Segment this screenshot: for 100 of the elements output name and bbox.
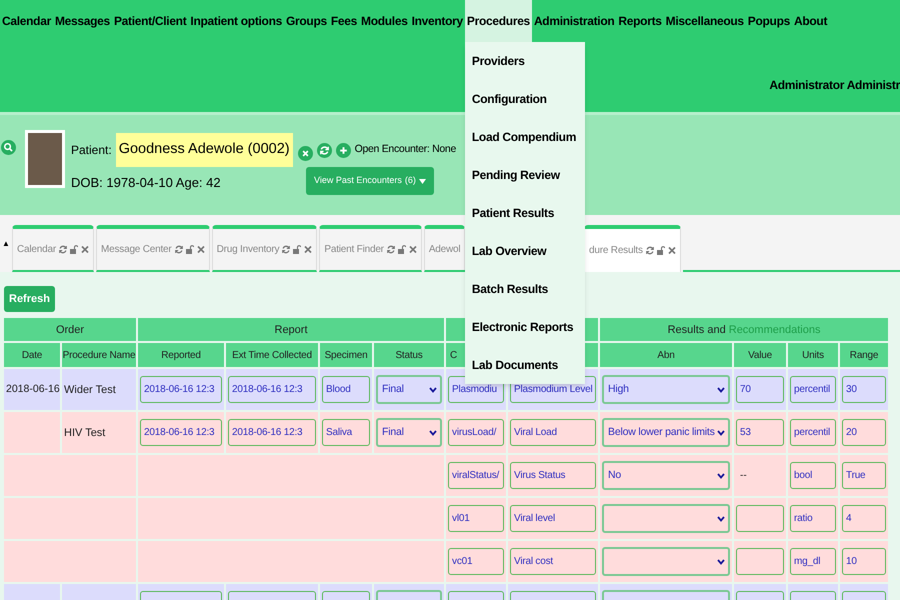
chevron-down-icon [429, 386, 438, 393]
name-field[interactable]: Virus Status [510, 462, 596, 490]
refresh-icon[interactable] [316, 142, 332, 158]
close-icon[interactable] [298, 146, 313, 160]
dropdown-item[interactable]: Configuration [464, 80, 585, 118]
range-field[interactable]: 30 [842, 376, 886, 404]
code-field[interactable]: vl01 [448, 505, 504, 532]
column-header: Specimen [320, 343, 372, 368]
column-group-header: Report [138, 318, 444, 342]
abnormal-select[interactable] [602, 504, 730, 534]
dropdown-item[interactable]: Electronic Reports [464, 308, 585, 346]
dropdown-item[interactable]: Lab Overview [464, 232, 585, 270]
refresh-icon[interactable] [386, 245, 395, 254]
column-group-header: Results and [668, 324, 726, 336]
menu-item[interactable]: Popups [746, 0, 792, 42]
close-icon[interactable] [80, 245, 89, 254]
chevron-down-icon [717, 472, 726, 479]
status-select[interactable]: Final [376, 375, 442, 404]
menu-item[interactable]: Fees [328, 0, 360, 42]
range-field[interactable]: 4 [842, 505, 886, 532]
value-field[interactable] [736, 505, 784, 532]
encounter-text: Open Encounter: None [354, 142, 456, 158]
units-field[interactable]: ratio [790, 505, 836, 532]
menu-item[interactable]: Modules [359, 0, 410, 42]
dob-age-text: DOB: 1978-04-10 Age: 42 [71, 174, 222, 192]
chevron-down-icon [429, 430, 438, 436]
abnormal-select[interactable]: High [602, 375, 730, 404]
chevron-down-icon [717, 558, 726, 565]
name-field[interactable]: Viral level [510, 505, 596, 532]
column-group-header: Order [4, 318, 136, 342]
range-field[interactable]: 20 [842, 419, 886, 446]
status-select[interactable]: Final [376, 418, 442, 448]
reported-field[interactable]: 2018-06-16 12:3 [140, 376, 222, 404]
close-icon[interactable] [196, 245, 205, 254]
close-icon[interactable] [304, 245, 312, 254]
patient-name: Goodness Adewole (0002) [116, 133, 293, 167]
dropdown-item[interactable]: Pending Review [464, 156, 585, 194]
collected-field[interactable]: 2018-06-16 12:3 [228, 376, 316, 404]
chevron-down-icon [717, 430, 726, 436]
padlock-icon[interactable] [293, 245, 302, 254]
menu-item[interactable]: Administration [532, 0, 616, 42]
menu-item[interactable]: Inpatient options [188, 0, 284, 42]
refresh-icon[interactable] [646, 246, 654, 255]
units-field[interactable]: percentil [790, 376, 836, 404]
column-header: Ext Time Collected [226, 343, 318, 368]
column-group-header: Recommendations [728, 324, 820, 336]
menu-item[interactable]: Procedures [464, 0, 532, 42]
table-cell: -- [734, 455, 786, 496]
range-field[interactable]: True [842, 462, 886, 490]
user-name: Administrator Administr [769, 77, 900, 94]
column-header: Status [374, 343, 444, 368]
menu-item[interactable]: Miscellaneous [664, 0, 746, 42]
padlock-icon[interactable] [186, 245, 194, 254]
dropdown-item[interactable]: Load Compendium [464, 118, 585, 156]
column-header: Reported [138, 343, 224, 368]
name-field[interactable]: Viral cost [510, 548, 596, 576]
abnormal-select[interactable]: No [602, 461, 730, 490]
collected-field[interactable]: 2018-06-16 12:3 [228, 419, 316, 446]
abnormal-select[interactable]: Below lower panic limits [602, 418, 730, 448]
menu-item[interactable]: Calendar [0, 0, 53, 42]
padlock-icon[interactable] [398, 245, 406, 254]
units-field[interactable]: mg_dl [790, 548, 836, 576]
tab[interactable]: dure Results [584, 225, 681, 272]
range-field[interactable]: 10 [842, 548, 886, 576]
dropdown-item[interactable]: Patient Results [464, 194, 585, 232]
value-field[interactable]: 70 [736, 376, 784, 404]
code-field[interactable]: virusLoad/ [448, 419, 504, 446]
dropdown-item[interactable]: Providers [464, 42, 585, 80]
table-cell: Wider Test [62, 369, 136, 410]
menu-item[interactable]: Messages [52, 0, 112, 42]
dropdown-item[interactable]: Batch Results [464, 270, 585, 308]
column-header: Procedure Name [62, 343, 136, 368]
plus-icon[interactable] [336, 142, 351, 158]
menu-item[interactable]: Reports [616, 0, 664, 42]
refresh-icon[interactable] [174, 245, 183, 254]
collapse-toggle[interactable]: ▲ [2, 238, 10, 250]
name-field[interactable]: Viral Load [510, 419, 596, 446]
refresh-icon[interactable] [58, 245, 67, 254]
menu-item[interactable]: Patient/Client [112, 0, 188, 42]
value-field[interactable]: 53 [736, 419, 784, 446]
code-field[interactable]: vc01 [448, 548, 504, 576]
specimen-field[interactable]: Saliva [322, 419, 370, 446]
padlock-icon[interactable] [656, 246, 665, 255]
menu-item[interactable]: About [792, 0, 830, 42]
units-field[interactable]: percentil [790, 419, 836, 446]
units-field[interactable]: bool [790, 462, 836, 490]
abnormal-select[interactable] [602, 547, 730, 576]
refresh-icon[interactable] [282, 245, 290, 254]
reported-field[interactable]: 2018-06-16 12:3 [140, 419, 222, 446]
padlock-icon[interactable] [70, 245, 78, 254]
search-icon[interactable] [1, 140, 16, 155]
menu-item[interactable]: Groups [284, 0, 329, 42]
close-icon[interactable] [668, 246, 676, 255]
close-icon[interactable] [408, 245, 417, 254]
table-cell: HIV Test [62, 412, 136, 454]
specimen-field[interactable]: Blood [322, 376, 370, 404]
value-field[interactable] [736, 548, 784, 576]
menu-item[interactable]: Inventory [410, 0, 465, 42]
column-header: Abn [600, 343, 732, 368]
code-field[interactable]: viralStatus/ [448, 462, 504, 490]
